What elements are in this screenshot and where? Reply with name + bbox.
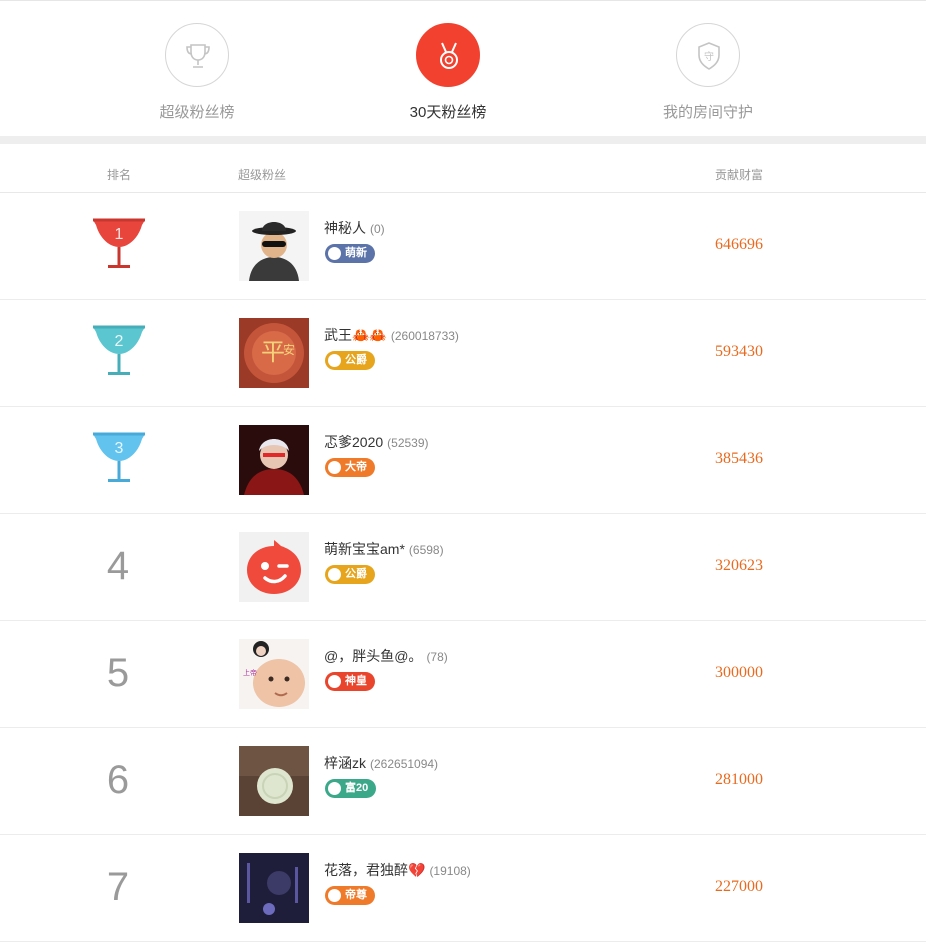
fan-name[interactable]: 武王🦀🦀 (260018733) (324, 325, 459, 345)
level-badge: 公爵 (325, 565, 375, 584)
table-row: 5 上帝 @，胖头鱼@。 (78) 神皇 300000 (0, 621, 926, 728)
badge-level-icon (328, 675, 341, 688)
wealth-value: 320623 (715, 557, 763, 574)
baby-avatar[interactable]: 上帝 (239, 639, 309, 709)
night-avatar[interactable] (239, 853, 309, 923)
trophy-rank-2-icon: 2 (93, 325, 145, 375)
trophy-rank-3-icon: 3 (93, 432, 145, 482)
pingan-avatar[interactable]: 平 安 (239, 318, 309, 388)
jade-avatar[interactable] (239, 746, 309, 816)
badge-level-icon (328, 461, 341, 474)
badge-label: 公爵 (345, 354, 367, 366)
rank-1-number: 1 (115, 226, 124, 243)
header-fans: 超级粉丝 (238, 168, 287, 182)
fan-name-text: 梓涵zk (324, 755, 366, 771)
wealth-value: 227000 (715, 878, 763, 895)
fan-name[interactable]: @，胖头鱼@。 (78) (324, 646, 448, 666)
header-rank: 排名 (107, 168, 132, 182)
section-divider (0, 136, 926, 144)
ranking-tabs: 超级粉丝榜 30天粉丝榜 守 我的房间守护 (0, 3, 926, 136)
tab-super-fans[interactable]: 超级粉丝榜 (97, 3, 297, 136)
level-badge: 富20 (325, 779, 377, 798)
trophy-icon (186, 44, 210, 68)
fan-name-text: 神秘人 (324, 220, 366, 236)
badge-label: 神皇 (345, 675, 367, 687)
wealth-value: 593430 (715, 343, 763, 360)
fan-name-text: 武王 (324, 327, 352, 343)
broken-heart-emoji-icon: 💔 (408, 862, 426, 878)
wealth-value: 646696 (715, 236, 763, 253)
badge-label: 大帝 (345, 461, 367, 473)
level-badge: 公爵 (325, 351, 375, 370)
svg-text:安: 安 (283, 342, 295, 357)
rank-number: 4 (106, 544, 130, 588)
badge-level-icon (328, 782, 341, 795)
fan-name-text: 萌新宝宝am* (324, 541, 405, 557)
badge-label: 公爵 (345, 568, 367, 580)
fan-uid: (0) (370, 222, 385, 236)
table-row: 6 梓涵zk (262651094) 富20 281000 (0, 728, 926, 835)
fan-name-text: @，胖头鱼@。 (324, 648, 423, 664)
wealth-value: 281000 (715, 771, 763, 788)
level-badge: 帝尊 (325, 886, 375, 905)
wealth-value: 300000 (715, 664, 763, 681)
tab-super-fans-circle (165, 23, 229, 87)
table-row: 4 萌新宝宝am* (6598) 公爵 320623 (0, 514, 926, 621)
fan-name[interactable]: 神秘人 (0) (324, 218, 385, 238)
badge-label: 萌新 (345, 247, 367, 259)
table-row: 1 神秘人 (0) 萌新 646696 (0, 193, 926, 300)
badge-level-icon (328, 354, 341, 367)
rank-number: 5 (106, 651, 130, 695)
svg-text:上帝: 上帝 (243, 668, 257, 677)
table-row: 3 忑爹2020 (52539) 大帝 385436 (0, 407, 926, 514)
fan-name[interactable]: 萌新宝宝am* (6598) (324, 539, 444, 559)
header-wealth: 贡献财富 (715, 168, 764, 182)
red-hero-avatar[interactable] (239, 425, 309, 495)
tab-room-guard[interactable]: 守 我的房间守护 (608, 3, 808, 136)
shield-guard-text: 守 (704, 50, 714, 63)
rank-2-number: 2 (115, 333, 124, 350)
badge-label: 富20 (345, 782, 369, 794)
table-header: 排名 超级粉丝 贡献财富 (0, 144, 926, 193)
wealth-value: 385436 (715, 450, 763, 467)
badge-level-icon (328, 889, 341, 902)
ranking-list: 1 神秘人 (0) 萌新 646696 2 平 安 武王🦀🦀 (26001873… (0, 193, 926, 942)
trophy-rank-1-icon: 1 (93, 218, 145, 268)
crab-emoji-icon: 🦀🦀 (352, 327, 387, 343)
tab-30day-fans[interactable]: 30天粉丝榜 (348, 3, 548, 136)
fan-uid: (19108) (429, 864, 471, 878)
fan-name[interactable]: 花落，君独醉💔 (19108) (324, 860, 471, 880)
tab-super-fans-label: 超级粉丝榜 (159, 104, 235, 121)
badge-level-icon (328, 247, 341, 260)
badge-label: 帝尊 (345, 889, 367, 901)
rank-number: 7 (106, 865, 130, 909)
shield-guard-icon: 守 (698, 42, 720, 70)
fan-uid: (6598) (408, 543, 444, 557)
table-row: 2 平 安 武王🦀🦀 (260018733) 公爵 593430 (0, 300, 926, 407)
medal-icon (440, 42, 458, 69)
fan-name[interactable]: 忑爹2020 (52539) (324, 432, 429, 452)
badge-level-icon (328, 568, 341, 581)
fan-name[interactable]: 梓涵zk (262651094) (324, 753, 438, 773)
fan-uid: (262651094) (370, 757, 439, 771)
level-badge: 神皇 (325, 672, 375, 691)
tab-30day-fans-circle (416, 23, 480, 87)
rank-number: 6 (106, 758, 130, 802)
level-badge: 大帝 (325, 458, 375, 477)
rank-3-number: 3 (115, 440, 124, 457)
tab-room-guard-label: 我的房间守护 (662, 104, 753, 121)
wink-logo-avatar[interactable] (239, 532, 309, 602)
fan-name-text: 花落，君独醉 (324, 862, 408, 878)
tab-room-guard-circle: 守 (676, 23, 740, 87)
fan-uid: (52539) (387, 436, 429, 450)
level-badge: 萌新 (325, 244, 375, 263)
mystery-person-avatar[interactable] (239, 211, 309, 281)
fan-uid: (78) (426, 650, 448, 664)
tab-30day-fans-label: 30天粉丝榜 (409, 104, 487, 121)
fan-uid: (260018733) (390, 329, 459, 343)
svg-text:平: 平 (261, 338, 285, 366)
fan-name-text: 忑爹2020 (324, 434, 384, 450)
